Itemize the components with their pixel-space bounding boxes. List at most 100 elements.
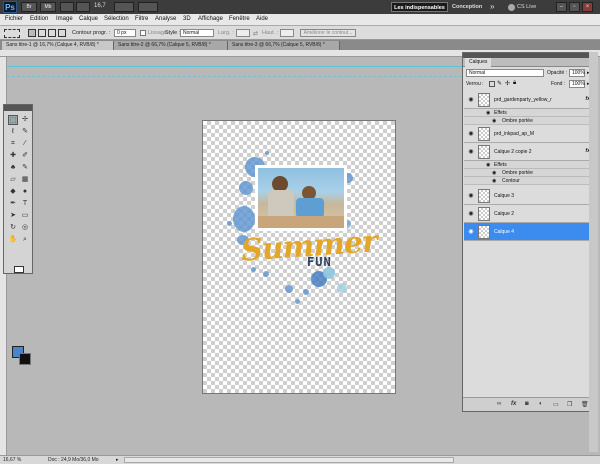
br-icon[interactable]: Br: [21, 2, 37, 12]
dodge-tool-icon[interactable]: ●: [20, 187, 30, 197]
new-layer-icon[interactable]: ❐: [567, 401, 572, 408]
layer-row[interactable]: ◉ Calque 2: [464, 205, 596, 223]
subtract-selection-icon[interactable]: [48, 29, 56, 37]
visibility-eye-icon[interactable]: ◉: [467, 96, 475, 104]
eraser-tool-icon[interactable]: ▱: [8, 175, 18, 185]
eyedropper-tool-icon[interactable]: ⁄: [20, 139, 30, 149]
new-selection-icon[interactable]: [28, 29, 36, 37]
effect-eye-icon[interactable]: ◉: [492, 169, 496, 177]
layer-name[interactable]: prd_gardenparty_yellow_r: [494, 97, 552, 103]
mini-bridge-icon[interactable]: Mb: [40, 2, 56, 12]
move-tool-icon[interactable]: ✢: [20, 115, 30, 125]
screen-mode-icon[interactable]: [138, 2, 158, 12]
brush-tool-icon[interactable]: ✐: [20, 151, 30, 161]
layer-name[interactable]: prd_inkpad_ap_M: [494, 131, 534, 137]
menu-3d[interactable]: 3D: [183, 16, 191, 22]
close-icon[interactable]: ×: [582, 2, 593, 12]
effects-eye-icon[interactable]: ◉: [486, 161, 490, 169]
tab-layers[interactable]: Calques: [465, 58, 492, 67]
menu-affichage[interactable]: Affichage: [198, 16, 223, 22]
pen-tool-icon[interactable]: ✒: [8, 199, 18, 209]
horizontal-scrollbar[interactable]: [124, 457, 454, 463]
more-workspaces-icon[interactable]: »: [490, 2, 494, 12]
zoom-percentage[interactable]: 16,67 %: [3, 457, 21, 463]
restore-icon[interactable]: ▫: [569, 2, 580, 12]
lasso-tool-icon[interactable]: ℓ: [8, 127, 18, 137]
blend-mode-select[interactable]: Normal: [466, 69, 544, 77]
adjustment-layer-icon[interactable]: ◐: [539, 401, 543, 407]
menu-analyse[interactable]: Analyse: [155, 16, 176, 22]
layer-name[interactable]: Calque 2 copie 2: [494, 149, 532, 155]
feather-input[interactable]: 0 px: [114, 29, 136, 37]
clone-stamp-tool-icon[interactable]: ♣: [8, 163, 18, 173]
tab-document-1[interactable]: Sans titre-1 @ 16,7% (Calque 4, RVB/8) *: [2, 41, 114, 50]
style-select[interactable]: Normal: [180, 29, 214, 37]
menu-calque[interactable]: Calque: [79, 16, 98, 22]
rectangular-marquee-tool-icon[interactable]: ⬚: [8, 115, 18, 125]
effects-row[interactable]: ◉ Effets: [464, 161, 596, 169]
layer-name[interactable]: Calque 3: [494, 193, 514, 199]
lock-position-icon[interactable]: ✢: [505, 80, 510, 87]
shape-tool-icon[interactable]: ▭: [20, 211, 30, 221]
blur-tool-icon[interactable]: ◆: [8, 187, 18, 197]
visibility-eye-icon[interactable]: ◉: [467, 148, 475, 156]
effect-row[interactable]: ◉ Ombre portée: [464, 169, 596, 177]
layer-row[interactable]: ◉ prd_gardenparty_yellow_r fx: [464, 91, 596, 109]
menu-edition[interactable]: Edition: [30, 16, 48, 22]
menu-filtre[interactable]: Filtre: [135, 16, 148, 22]
effects-row[interactable]: ◉ Effets: [464, 109, 596, 117]
tab-document-3[interactable]: Sans titre-3 @ 66,7% (Calque 5, RVB/8) *: [228, 41, 340, 50]
lock-transparent-icon[interactable]: [489, 81, 495, 87]
menu-fenetre[interactable]: Fenêtre: [229, 16, 250, 22]
intersect-selection-icon[interactable]: [58, 29, 66, 37]
zoom-tool-icon[interactable]: ⌕: [20, 235, 30, 245]
guide-line[interactable]: [7, 76, 462, 77]
hand-tool-icon[interactable]: ✋: [8, 235, 18, 245]
status-arrow-icon[interactable]: ▸: [116, 457, 119, 463]
lock-all-icon[interactable]: 🔒︎: [513, 80, 516, 87]
gradient-tool-icon[interactable]: ▦: [20, 175, 30, 185]
hand-tool-icon[interactable]: [60, 2, 74, 12]
link-layers-icon[interactable]: ∞: [497, 401, 501, 407]
menu-fichier[interactable]: Fichier: [5, 16, 23, 22]
layer-row[interactable]: ◉ prd_inkpad_ap_M: [464, 125, 596, 143]
width-input[interactable]: [236, 29, 250, 37]
workspace-design-button[interactable]: Conception: [452, 2, 486, 12]
menu-aide[interactable]: Aide: [256, 16, 268, 22]
visibility-eye-icon[interactable]: ◉: [467, 130, 475, 138]
effects-eye-icon[interactable]: ◉: [486, 109, 490, 117]
fill-input[interactable]: 100%: [569, 80, 585, 88]
effect-eye-icon[interactable]: ◉: [492, 117, 496, 125]
crop-tool-icon[interactable]: ⌗: [8, 139, 18, 149]
layer-row[interactable]: ◉ Calque 3: [464, 187, 596, 205]
effect-row[interactable]: ◉ Ombre portée: [464, 117, 596, 125]
visibility-eye-icon[interactable]: ◉: [467, 192, 475, 200]
layer-name[interactable]: Calque 2: [494, 211, 514, 217]
layer-row[interactable]: ◉ Calque 2 copie 2 fx: [464, 143, 596, 161]
layer-name[interactable]: Calque 4: [494, 229, 514, 235]
arrange-documents-icon[interactable]: [114, 2, 134, 12]
menu-image[interactable]: Image: [56, 16, 73, 22]
3d-camera-tool-icon[interactable]: ◎: [20, 223, 30, 233]
minimize-icon[interactable]: –: [556, 2, 567, 12]
antialias-checkbox[interactable]: [140, 30, 146, 36]
guide-line[interactable]: [7, 66, 462, 67]
path-selection-tool-icon[interactable]: ➤: [8, 211, 18, 221]
visibility-eye-icon[interactable]: ◉: [467, 228, 475, 236]
zoom-tool-icon[interactable]: [76, 2, 90, 12]
tab-document-2[interactable]: Sans titre-2 @ 66,7% (Calque 5, RVB/8) *: [114, 41, 228, 50]
type-tool-icon[interactable]: T: [20, 199, 30, 209]
visibility-eye-icon[interactable]: ◉: [467, 210, 475, 218]
add-selection-icon[interactable]: [38, 29, 46, 37]
opacity-input[interactable]: 100%: [569, 69, 585, 77]
height-input[interactable]: [280, 29, 294, 37]
cs-live-button[interactable]: CS Live: [517, 2, 536, 12]
workspace-essentials-button[interactable]: Les indispensables: [391, 2, 448, 12]
marquee-preset-icon[interactable]: [4, 29, 20, 38]
quick-mask-icon[interactable]: [14, 266, 24, 273]
group-icon[interactable]: ▭: [553, 401, 559, 408]
add-mask-icon[interactable]: ◙: [525, 401, 529, 407]
delete-icon[interactable]: 🗑︎: [581, 401, 589, 408]
quick-selection-tool-icon[interactable]: ✎: [20, 127, 30, 137]
lock-image-icon[interactable]: ✎: [497, 80, 502, 87]
